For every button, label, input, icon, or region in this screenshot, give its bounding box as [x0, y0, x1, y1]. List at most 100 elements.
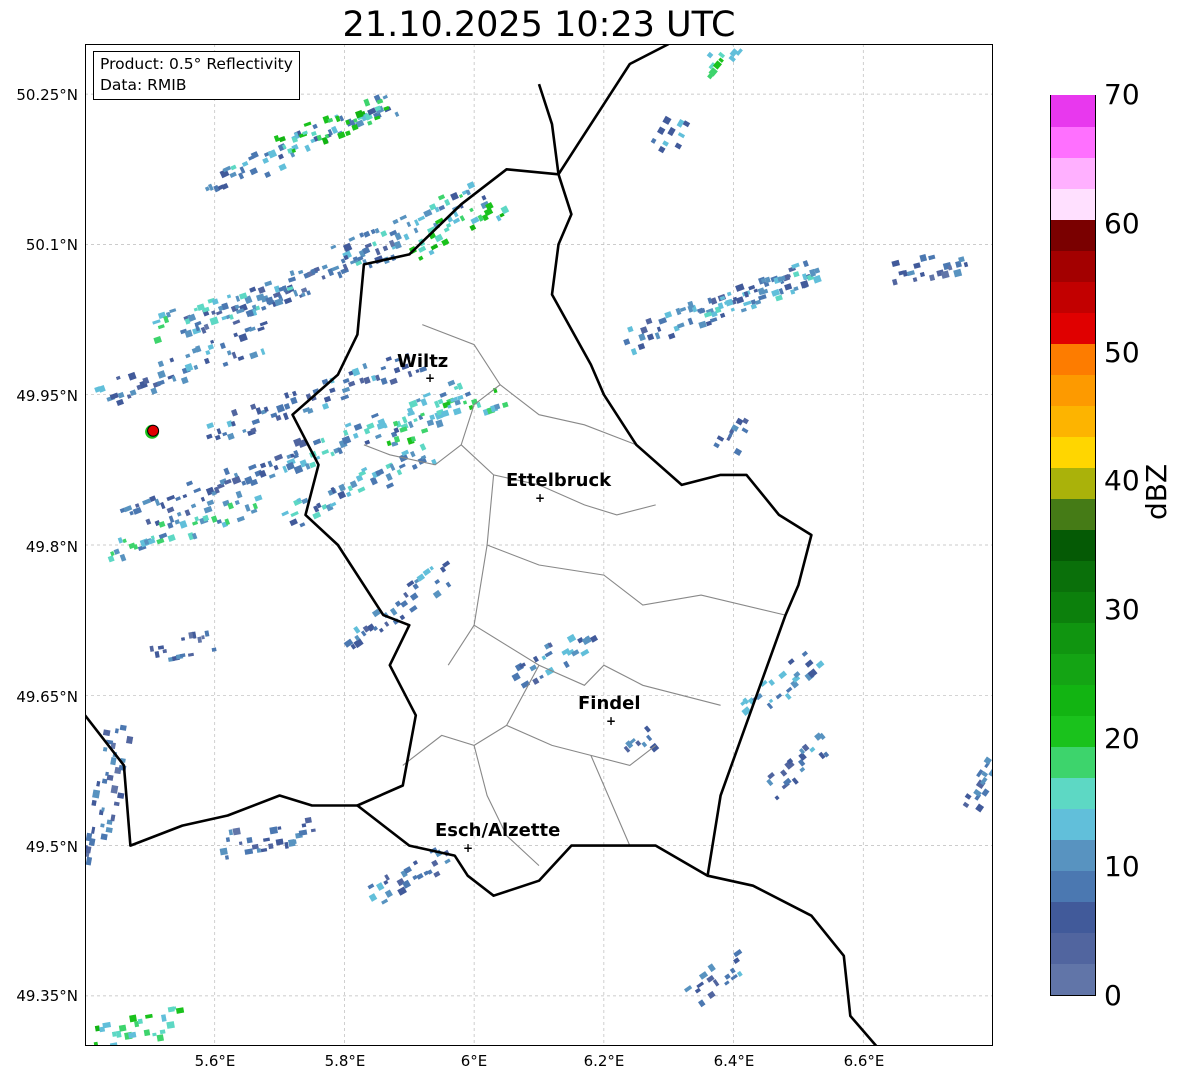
echo-cell: [119, 553, 127, 562]
echo-cell: [166, 494, 176, 502]
echo-cell: [281, 510, 290, 517]
echo-cell: [753, 288, 759, 293]
echo-cell: [268, 843, 274, 850]
echo-cell: [668, 332, 676, 340]
echo-cell: [261, 305, 267, 311]
echo-cell: [511, 672, 521, 682]
echo-cell: [724, 973, 731, 980]
echo-cell: [215, 310, 223, 316]
echo-cell: [444, 198, 451, 207]
city-marker-icon: +: [606, 714, 617, 728]
echo-cell: [181, 637, 186, 641]
echo-cell: [384, 874, 390, 881]
echo-cell: [906, 270, 915, 277]
echo-cell: [268, 473, 276, 479]
echo-cell: [809, 746, 816, 753]
echo-cell: [766, 702, 774, 710]
echo-cell: [784, 283, 793, 291]
echo-cell: [812, 274, 822, 284]
echo-cell: [435, 419, 444, 429]
echo-cell: [500, 205, 510, 215]
echo-cell: [452, 217, 461, 224]
echo-cell: [169, 357, 175, 363]
echo-cell: [423, 209, 433, 218]
echo-cell: [384, 621, 390, 627]
echo-cell: [953, 268, 963, 278]
echo-cell: [743, 300, 752, 307]
echo-cell: [716, 435, 725, 442]
echo-cell: [351, 367, 361, 377]
echo-cell: [145, 518, 152, 526]
echo-cell: [118, 1024, 127, 1032]
echo-cell: [422, 568, 432, 576]
echo-cell: [389, 377, 398, 386]
colorbar-segment: [1051, 405, 1095, 437]
echo-cell: [792, 271, 800, 278]
echo-cell: [804, 659, 814, 668]
echo-cell: [221, 182, 229, 190]
echo-cell: [383, 879, 389, 885]
echo-cell: [231, 351, 237, 359]
echo-cell: [137, 1018, 143, 1025]
echo-cell: [287, 276, 297, 283]
echo-cell: [975, 803, 985, 813]
echo-cell: [637, 342, 646, 351]
echo-cell: [775, 294, 783, 302]
echo-cell: [741, 427, 749, 434]
echo-cell: [447, 379, 456, 387]
city-marker-icon: +: [535, 491, 546, 505]
echo-cell: [696, 981, 705, 989]
echo-cell: [244, 848, 254, 855]
echo-cell: [125, 735, 134, 745]
echo-cell: [371, 412, 379, 419]
echo-cell: [646, 734, 653, 742]
echo-cell: [249, 351, 259, 360]
echo-cell: [192, 520, 199, 526]
echo-cell: [123, 505, 133, 513]
lat-label: 50.1°N: [25, 236, 78, 254]
echo-cell: [102, 747, 108, 752]
echo-cell: [175, 496, 182, 502]
echo-cell: [299, 522, 306, 528]
radar-map[interactable]: [85, 44, 993, 1046]
echo-cell: [566, 633, 577, 643]
echo-cell: [433, 870, 441, 878]
echo-cell: [210, 515, 218, 523]
district-boundary: [590, 755, 631, 846]
echo-cell: [791, 777, 799, 785]
echo-cell: [801, 650, 809, 657]
echo-cell: [640, 326, 648, 335]
echo-cell: [706, 51, 714, 59]
lat-label: 49.35°N: [16, 987, 78, 1005]
echo-cell: [194, 516, 200, 522]
echo-cell: [656, 326, 662, 332]
echo-cell: [298, 829, 308, 836]
echo-cell: [206, 499, 215, 506]
echo-cell: [724, 980, 730, 986]
echo-cell: [91, 799, 97, 807]
echo-cell: [115, 375, 121, 381]
echo-cell: [289, 270, 295, 277]
echo-cell: [237, 355, 245, 362]
city-label-wiltz: Wiltz: [397, 351, 449, 372]
echo-cell: [674, 142, 682, 150]
echo-cell: [697, 999, 706, 1008]
echo-cell: [364, 242, 372, 249]
echo-cell: [638, 333, 646, 342]
echo-cell: [210, 339, 215, 344]
echo-cell: [119, 724, 127, 731]
colorbar-segment: [1051, 126, 1095, 158]
echo-cell: [187, 652, 194, 657]
echo-cell: [382, 245, 389, 252]
country-border: [85, 714, 358, 847]
echo-cell: [298, 269, 304, 275]
echo-cell: [432, 589, 442, 599]
echo-cell: [283, 403, 291, 410]
echo-cell: [654, 332, 661, 340]
colorbar-segment: [1051, 343, 1095, 375]
echo-cell: [262, 157, 269, 164]
echo-cell: [256, 848, 262, 853]
echo-cell: [264, 280, 273, 287]
echo-cell: [740, 307, 747, 313]
echo-cell: [304, 816, 312, 824]
